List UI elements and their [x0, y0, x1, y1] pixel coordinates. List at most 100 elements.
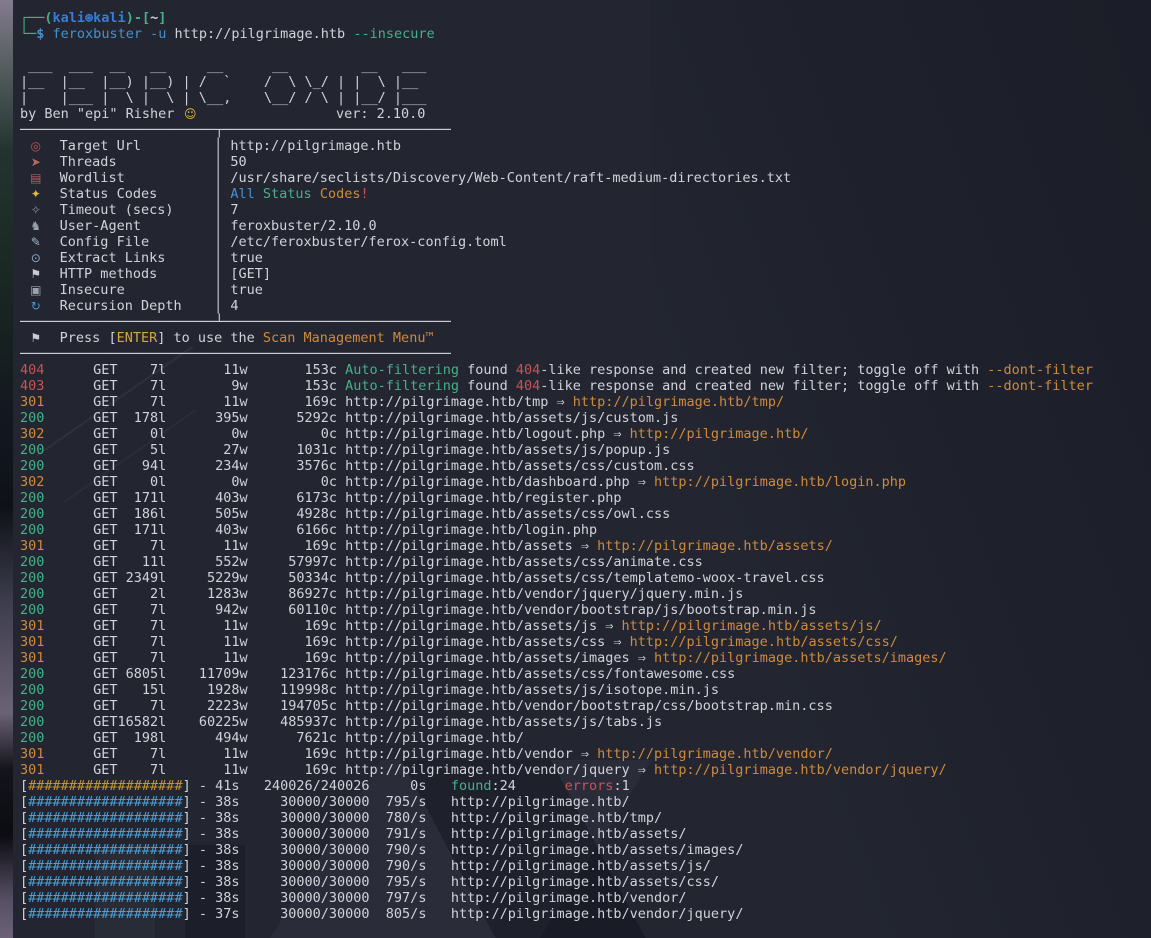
redirect-arrow: ⇒	[605, 634, 629, 650]
result-url: http://pilgrimage.htb/assets/css/animate…	[345, 554, 703, 570]
banner-byline-line: by Ben "epi" Risher ☺ ver: 2.10.0	[20, 106, 1093, 122]
progress-row: [###################] - 38s 30000/30000 …	[20, 858, 1093, 874]
request-rate: 0s	[370, 778, 427, 794]
word-count: 0w	[166, 474, 247, 490]
char-count: 169c	[248, 394, 337, 410]
word-count: 11w	[166, 634, 247, 650]
prompt-line-2: └─$ feroxbuster -u http://pilgrimage.htb…	[20, 26, 1093, 42]
http-method: GET	[44, 522, 117, 538]
word-count: 11w	[166, 762, 247, 778]
redirect-arrow: ⇒	[605, 426, 629, 442]
result-row: 301 GET 7l 11w 169c http://pilgrimage.ht…	[20, 634, 1093, 650]
terminal-text	[337, 730, 345, 746]
bar-bracket: ]	[183, 890, 191, 906]
line-count: 94l	[118, 458, 167, 474]
flag-icon: ⚑	[28, 266, 43, 282]
result-row: 302 GET 0l 0w 0c http://pilgrimage.htb/l…	[20, 426, 1093, 442]
config-threads: 50	[230, 154, 246, 170]
terminal-output[interactable]: ┌──(kali⊛kali)-[~]└─$ feroxbuster -u htt…	[20, 10, 1093, 922]
separator-line: ────────────────────────┬───────────────…	[20, 122, 1093, 138]
result-row: 200 GET 171l 403w 6173c http://pilgrimag…	[20, 490, 1093, 506]
result-url: http://pilgrimage.htb/login.php	[345, 522, 597, 538]
result-url: http://pilgrimage.htb/logout.php	[345, 426, 605, 442]
line-count: 7l	[118, 538, 167, 554]
http-method: GET	[44, 570, 117, 586]
progress-bar: ###################	[28, 778, 182, 794]
http-method: GET	[44, 682, 117, 698]
result-url: http://pilgrimage.htb/assets/js/popup.js	[345, 442, 670, 458]
status-code: 200	[20, 506, 44, 522]
config-row: ✧ Timeout (secs) │ 7	[20, 202, 1093, 218]
terminal-text	[43, 250, 59, 266]
http-method: GET	[44, 762, 117, 778]
kali-at-icon: ⊛	[85, 10, 93, 26]
result-row: 301 GET 7l 11w 169c http://pilgrimage.ht…	[20, 538, 1093, 554]
line-count: 7l	[118, 746, 167, 762]
config-label: Threads	[60, 154, 214, 170]
line-count: 198l	[118, 730, 167, 746]
http-method: GET	[44, 730, 117, 746]
terminal-text	[43, 266, 59, 282]
terminal-text	[43, 330, 59, 346]
config-row: ♞ User-Agent │ feroxbuster/2.10.0	[20, 218, 1093, 234]
status-codes-all: All	[230, 186, 254, 202]
scan-url: http://pilgrimage.htb/assets/images/	[451, 842, 744, 858]
word-count: 11w	[166, 618, 247, 634]
status-code: 200	[20, 698, 44, 714]
column-divider: │	[214, 282, 230, 298]
line-count: 186l	[118, 506, 167, 522]
terminal-text	[43, 202, 59, 218]
scan-management-menu-label: Scan Management Menu™	[263, 330, 434, 346]
bar-bracket: [	[20, 842, 28, 858]
line-count: 7l	[118, 650, 167, 666]
result-row: 200 GET 178l 395w 5292c http://pilgrimag…	[20, 410, 1093, 426]
command-target-url: http://pilgrimage.htb	[175, 26, 346, 42]
config-label: Status Codes	[60, 186, 214, 202]
terminal-text	[20, 202, 28, 218]
column-divider: │	[214, 202, 230, 218]
terminal-text	[43, 218, 59, 234]
scan-url: http://pilgrimage.htb/	[451, 794, 630, 810]
http-method: GET	[44, 410, 117, 426]
banner-version: ver: 2.10.0	[336, 106, 425, 122]
config-row: ✎ Config File │ /etc/feroxbuster/ferox-c…	[20, 234, 1093, 250]
redirect-url: http://pilgrimage.htb/tmp/	[573, 394, 784, 410]
request-count: 30000/30000	[240, 826, 370, 842]
column-divider: │	[214, 138, 230, 154]
status-code: 200	[20, 410, 44, 426]
banner-art-line: | |___ | \ | \ | \__, \__/ / \ | |__/ |_…	[20, 90, 1093, 106]
word-count: 60225w	[166, 714, 247, 730]
request-count: 30000/30000	[240, 810, 370, 826]
column-divider: │	[214, 154, 230, 170]
progress-bar: ###################	[28, 906, 182, 922]
redirect-arrow: ⇒	[630, 762, 654, 778]
result-url: http://pilgrimage.htb/vendor/bootstrap/c…	[345, 698, 833, 714]
prompt-frame: └─	[20, 26, 36, 42]
command-name: feroxbuster	[53, 26, 142, 42]
prompt-frame: )-[	[126, 10, 150, 26]
terminal-text	[20, 186, 28, 202]
progress-row: [###################] - 38s 30000/30000 …	[20, 826, 1093, 842]
recursion-icon: ↻	[28, 298, 43, 314]
result-url: http://pilgrimage.htb/vendor/bootstrap/j…	[345, 602, 816, 618]
elapsed-time: 38s	[215, 794, 239, 810]
progress-row: [###################] - 37s 30000/30000 …	[20, 906, 1093, 922]
char-count: 153c	[248, 378, 337, 394]
config-row: ↻ Recursion Depth │ 4	[20, 298, 1093, 314]
result-url: http://pilgrimage.htb/	[345, 730, 524, 746]
request-rate: 805/s	[370, 906, 427, 922]
status-code: 301	[20, 746, 44, 762]
status-code: 200	[20, 554, 44, 570]
http-method: GET	[44, 666, 117, 682]
config-wordlist: /usr/share/seclists/Discovery/Web-Conten…	[230, 170, 791, 186]
progress-row: [###################] - 38s 30000/30000 …	[20, 794, 1093, 810]
redirect-url: http://pilgrimage.htb/vendor/jquery/	[654, 762, 947, 778]
status-code: 302	[20, 426, 44, 442]
terminal-text	[337, 554, 345, 570]
result-row: 200 GET 171l 403w 6166c http://pilgrimag…	[20, 522, 1093, 538]
config-label: Timeout (secs)	[60, 202, 214, 218]
syringe-icon: ✎	[28, 234, 43, 250]
progress-bar: ###################	[28, 874, 182, 890]
result-row: 301 GET 7l 11w 169c http://pilgrimage.ht…	[20, 394, 1093, 410]
config-label: Target Url	[60, 138, 214, 154]
